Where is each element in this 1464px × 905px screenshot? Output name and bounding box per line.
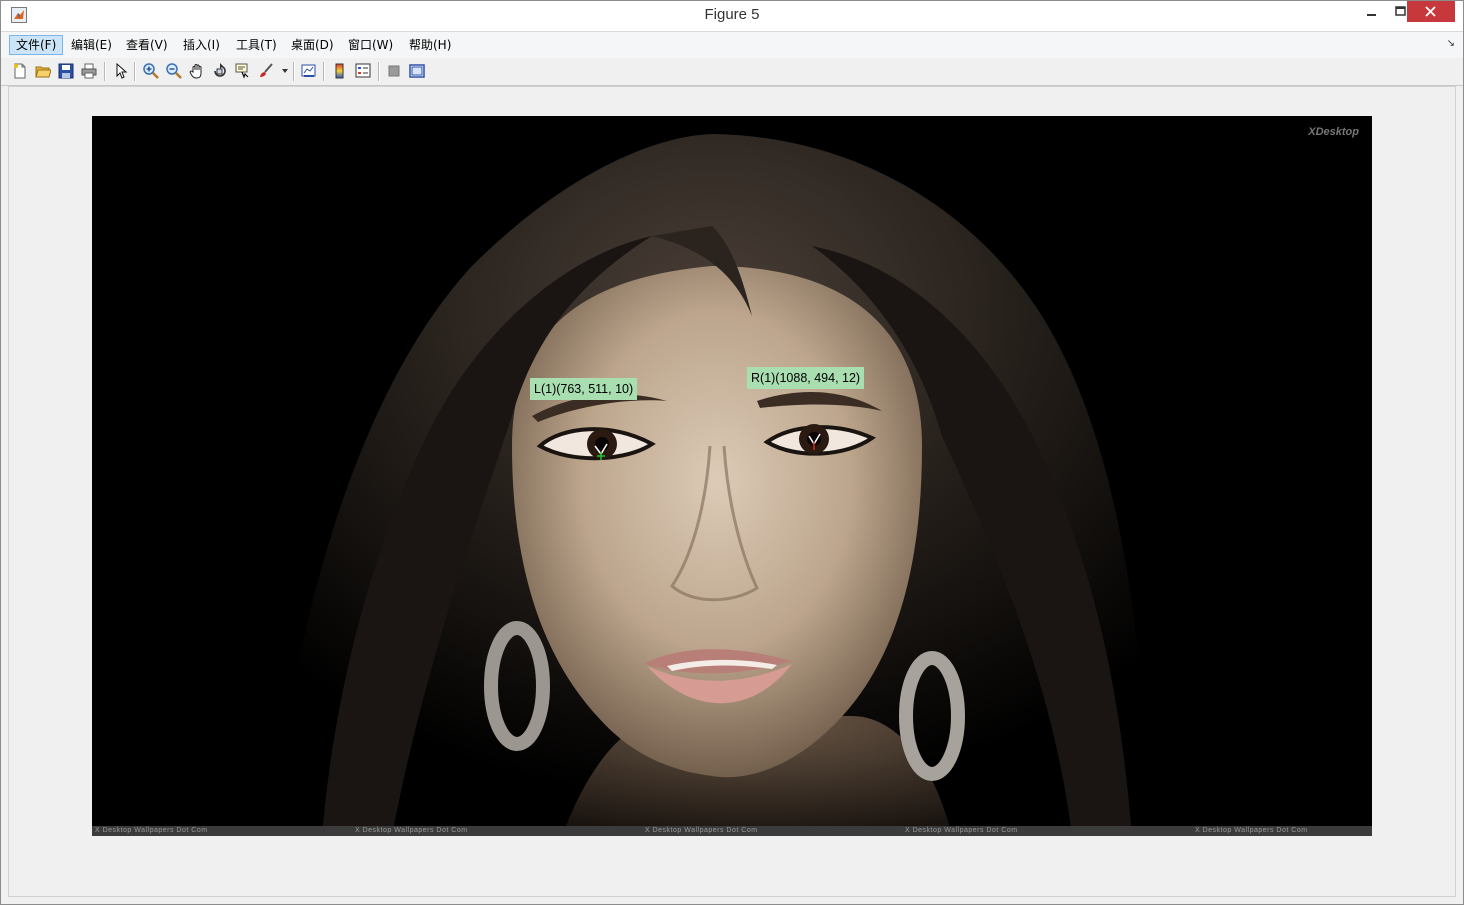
menu-view[interactable]: 查看(V) — [120, 35, 174, 55]
pan-icon[interactable] — [187, 61, 207, 81]
watermark-strip: X Desktop Wallpapers Dot Com X Desktop W… — [92, 826, 1372, 836]
watermark-text: X Desktop Wallpapers Dot Com — [355, 827, 468, 834]
hide-plot-tools-icon[interactable] — [384, 61, 404, 81]
zoom-out-icon[interactable] — [164, 61, 184, 81]
menu-tools[interactable]: 工具(T) — [230, 35, 283, 55]
title-bar[interactable]: Figure 5 — [1, 1, 1463, 31]
menu-desktop[interactable]: 桌面(D) — [285, 35, 340, 55]
right-eye-annotation: R(1)(1088, 494, 12) — [747, 367, 865, 389]
menu-help[interactable]: 帮助(H) — [403, 35, 457, 55]
toolbar-separator — [293, 62, 295, 81]
rotate-3d-icon[interactable] — [210, 61, 230, 81]
print-figure-icon[interactable] — [79, 61, 99, 81]
link-plot-icon[interactable] — [299, 61, 319, 81]
dock-arrow-icon[interactable]: ↘ — [1447, 38, 1455, 49]
brush-icon[interactable] — [256, 61, 276, 81]
toolbar-separator — [134, 62, 136, 81]
menu-insert[interactable]: 插入(I) — [177, 35, 226, 55]
watermark-text: X Desktop Wallpapers Dot Com — [645, 827, 758, 834]
menu-window[interactable]: 窗口(W) — [342, 35, 399, 55]
menu-bar: 文件(F) 编辑(E) 查看(V) 插入(I) 工具(T) 桌面(D) 窗口(W… — [1, 31, 1463, 59]
left-eye-annotation: L(1)(763, 511, 10) — [530, 378, 638, 400]
face-image-axes[interactable]: XDesktop L(1)(763, 511, 10) R(1)(1088, 4… — [92, 116, 1372, 836]
data-cursor-icon[interactable] — [233, 61, 253, 81]
watermark-text: X Desktop Wallpapers Dot Com — [95, 827, 208, 834]
toolbar-separator — [323, 62, 325, 81]
show-plot-tools-icon[interactable] — [407, 61, 427, 81]
insert-colorbar-icon[interactable] — [330, 61, 350, 81]
watermark-logo: XDesktop — [1308, 126, 1359, 138]
open-file-icon[interactable] — [33, 61, 53, 81]
new-figure-icon[interactable] — [10, 61, 30, 81]
save-figure-icon[interactable] — [56, 61, 76, 81]
edit-plot-icon[interactable] — [111, 61, 131, 81]
menu-edit[interactable]: 编辑(E) — [65, 35, 118, 55]
zoom-in-icon[interactable] — [141, 61, 161, 81]
brush-dropdown-icon[interactable] — [282, 69, 288, 73]
close-button[interactable] — [1407, 1, 1455, 22]
insert-legend-icon[interactable] — [353, 61, 373, 81]
minimize-button[interactable] — [1357, 1, 1387, 25]
watermark-text: X Desktop Wallpapers Dot Com — [1195, 827, 1308, 834]
watermark-text: X Desktop Wallpapers Dot Com — [905, 827, 1018, 834]
figure-toolbar — [1, 58, 1463, 86]
face-photo — [92, 116, 1372, 836]
toolbar-separator — [104, 62, 106, 81]
toolbar-separator — [378, 62, 380, 81]
window-title: Figure 5 — [704, 6, 760, 23]
menu-file[interactable]: 文件(F) — [9, 35, 64, 55]
